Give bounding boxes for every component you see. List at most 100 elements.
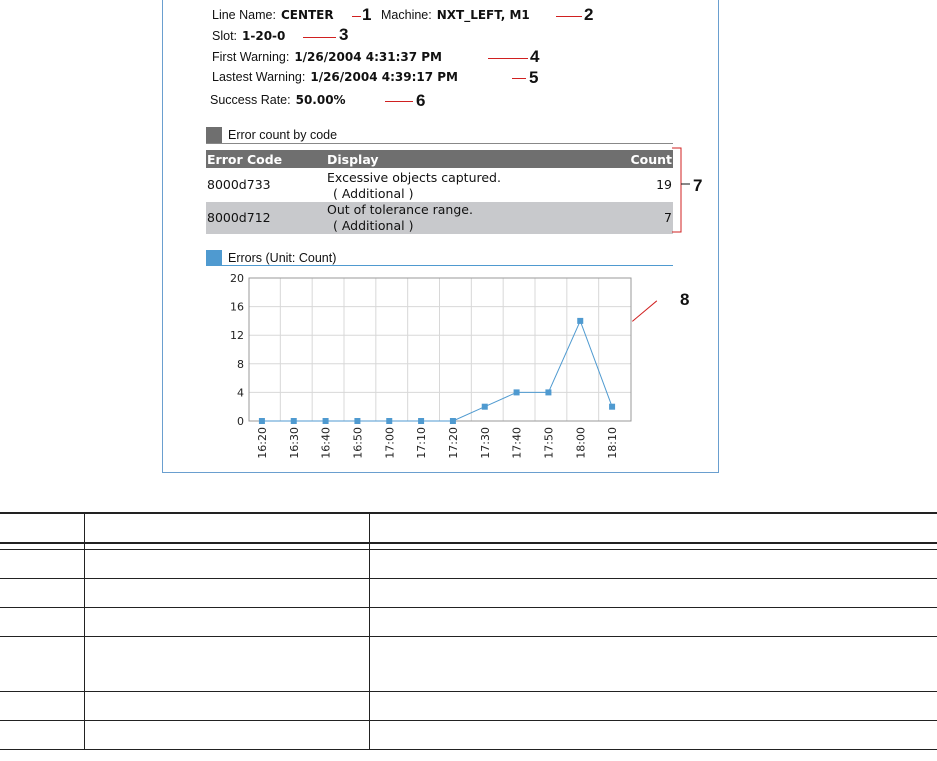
table-row [0, 512, 937, 543]
callout-1: 1 [362, 5, 372, 24]
slot-row: Slot: 1-20-0 [212, 29, 285, 43]
chart-section-rule [206, 265, 673, 266]
x-tick-label: 17:20 [447, 427, 460, 459]
table-cell [0, 512, 85, 543]
callout-5-line [512, 78, 526, 79]
col-display: Display [326, 150, 621, 168]
table-cell [0, 635, 85, 691]
callout-6: 6 [416, 91, 426, 110]
table-cell [84, 690, 370, 720]
table-cell [84, 512, 370, 543]
error-code-cell: 8000d712 [206, 202, 326, 234]
additional-link[interactable]: ( Additional ) [327, 186, 620, 202]
table-row [0, 719, 937, 749]
error-section-rule [206, 143, 673, 144]
x-tick-label: 18:10 [606, 427, 619, 459]
x-tick-label: 17:40 [511, 427, 524, 459]
callout-3: 3 [339, 25, 349, 44]
table-row [0, 606, 937, 636]
x-tick-label: 17:30 [479, 427, 492, 459]
table-cell [369, 635, 937, 691]
line-name-label: Line Name: [212, 8, 276, 22]
slot-label: Slot: [212, 29, 238, 43]
y-tick-label: 8 [237, 358, 244, 371]
callout-4: 4 [530, 47, 540, 66]
table-row [0, 635, 937, 691]
table-row [0, 690, 937, 720]
x-tick-label: 17:00 [383, 427, 396, 459]
data-point [609, 403, 616, 410]
empty-table [0, 512, 937, 750]
col-count: Count [621, 150, 673, 168]
data-point [290, 418, 297, 424]
table-cell [84, 635, 370, 691]
last-warning-label: Lastest Warning: [212, 70, 306, 84]
table-cell [369, 690, 937, 720]
x-tick-label: 16:40 [320, 427, 333, 459]
display-text: Excessive objects captured. [327, 170, 501, 185]
table-cell [84, 606, 370, 636]
error-section-title: Error count by code [228, 128, 338, 142]
first-warning-row: First Warning: 1/26/2004 4:31:37 PM [212, 50, 442, 64]
y-tick-label: 20 [230, 272, 244, 285]
display-text: Out of tolerance range. [327, 202, 473, 217]
slot-value: 1-20-0 [242, 29, 286, 43]
error-table-header: Error Code Display Count [206, 150, 673, 168]
table-row [0, 548, 937, 578]
table-cell [84, 548, 370, 578]
x-tick-label: 18:00 [574, 427, 587, 459]
table-row: 8000d733 Excessive objects captured. ( A… [206, 168, 673, 202]
machine-row: Machine: NXT_LEFT, M1 [381, 8, 530, 22]
callout-7: 7 [693, 176, 703, 195]
table-cell [369, 606, 937, 636]
data-point [354, 418, 361, 424]
table-cell [0, 548, 85, 578]
y-tick-label: 0 [237, 415, 244, 428]
callout-4-line [488, 58, 528, 59]
error-table: Error Code Display Count 8000d733 Excess… [206, 150, 673, 234]
y-tick-label: 12 [230, 329, 244, 342]
table-cell [0, 690, 85, 720]
data-point [258, 418, 265, 424]
display-cell: Out of tolerance range. ( Additional ) [326, 202, 621, 234]
y-tick-label: 16 [230, 301, 244, 314]
callout-5: 5 [529, 68, 539, 87]
first-warning-label: First Warning: [212, 50, 290, 64]
data-point [418, 418, 425, 424]
data-point [481, 403, 488, 410]
callout-1-line [352, 16, 361, 17]
chart-section-marker [206, 250, 222, 266]
count-cell: 7 [621, 202, 673, 234]
data-point [513, 389, 520, 396]
table-cell [369, 548, 937, 578]
table-cell [0, 606, 85, 636]
line-name-row: Line Name: CENTER [212, 8, 334, 22]
errors-chart: 0 4 8 12 16 20 16:20 16:30 16:40 16:50 17:00 17:10 1… [230, 272, 632, 459]
last-warning-row: Lastest Warning: 1/26/2004 4:39:17 PM [212, 70, 458, 84]
table-cell [0, 577, 85, 607]
callout-3-line [303, 37, 336, 38]
machine-label: Machine: [381, 8, 432, 22]
error-section-marker [206, 127, 222, 143]
count-cell: 19 [656, 177, 672, 192]
callout-8: 8 [680, 290, 690, 309]
y-tick-label: 4 [237, 386, 244, 399]
data-point [322, 418, 329, 424]
table-row: 8000d712 Out of tolerance range. ( Addit… [206, 202, 673, 234]
x-tick-label: 17:50 [542, 427, 555, 459]
x-tick-label: 16:30 [288, 427, 301, 459]
success-rate-row: Success Rate: 50.00% [210, 93, 346, 107]
success-rate-value: 50.00% [295, 93, 346, 107]
table-cell [369, 577, 937, 607]
data-point [386, 418, 393, 424]
x-tick-label: 16:50 [351, 427, 364, 459]
last-warning-value: 1/26/2004 4:39:17 PM [310, 70, 458, 84]
line-name-value: CENTER [280, 8, 334, 22]
data-point [545, 389, 552, 396]
table-row [0, 577, 937, 607]
callout-2: 2 [584, 5, 594, 24]
additional-link[interactable]: ( Additional ) [327, 218, 620, 234]
table-cell [369, 719, 937, 749]
success-rate-label: Success Rate: [210, 93, 291, 107]
table-cell [84, 577, 370, 607]
